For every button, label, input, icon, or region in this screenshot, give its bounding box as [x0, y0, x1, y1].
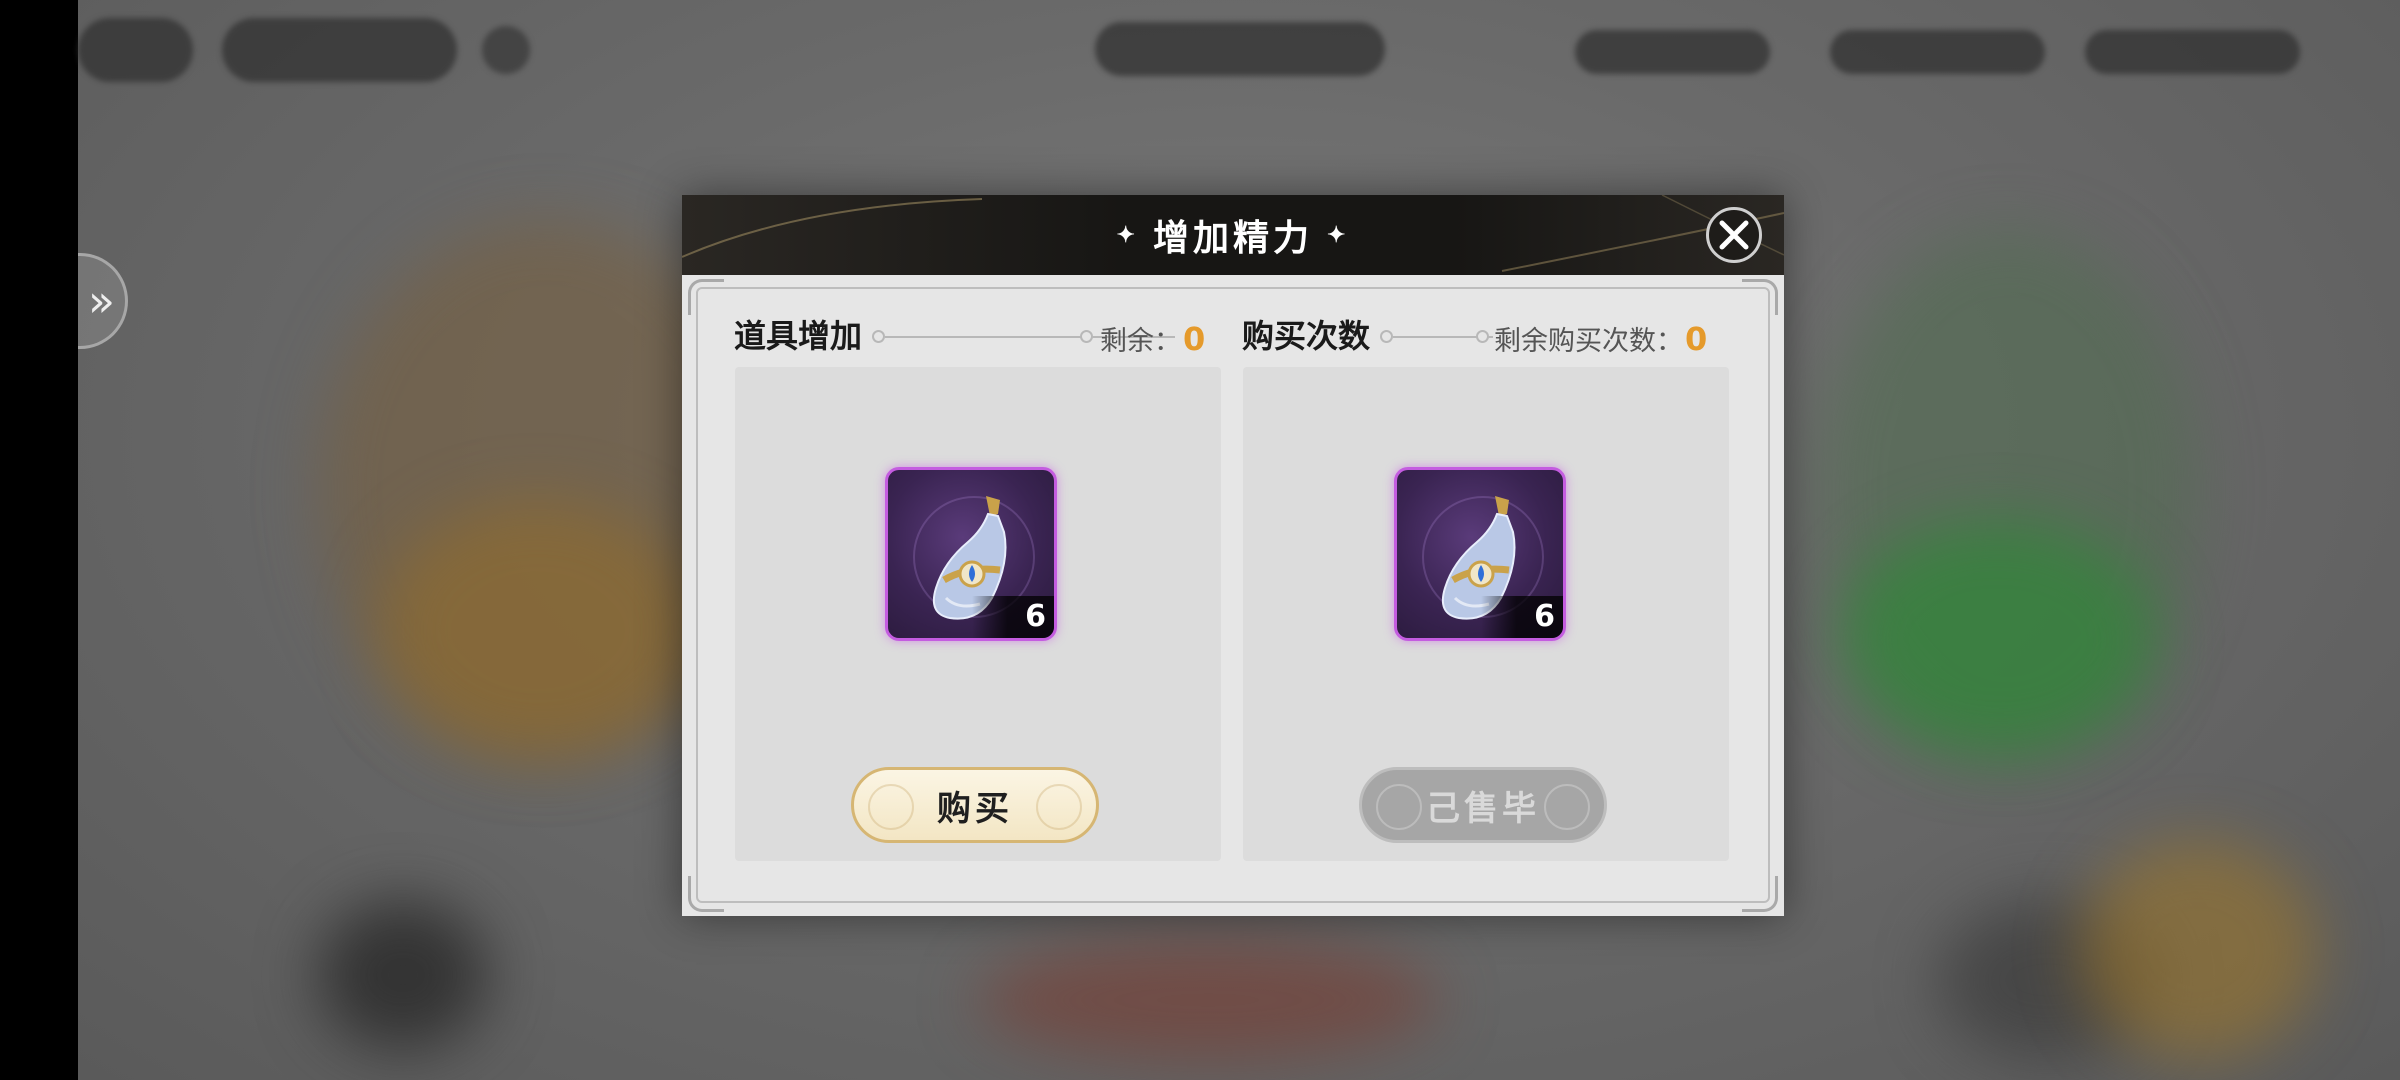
close-icon — [1719, 220, 1749, 250]
top-round-button — [482, 26, 530, 74]
frame-corner — [1742, 279, 1778, 315]
item-remain: 剩余： 0 — [1100, 319, 1205, 358]
frame-corner — [1742, 876, 1778, 912]
sold-out-button-label: 己售毕 — [1426, 788, 1540, 829]
divider-dot — [1080, 330, 1093, 343]
button-ornament — [1036, 784, 1082, 830]
top-profile-pill — [222, 18, 457, 82]
button-ornament — [1544, 784, 1590, 830]
item-count: 6 — [1534, 599, 1555, 634]
star-icon: ✦ — [1327, 222, 1350, 248]
dialog-title-row: ✦ 增加精力 ✦ — [682, 195, 1784, 275]
dialog-body: 道具增加 剩余： 0 6 X1 — [682, 275, 1784, 916]
item-slot[interactable]: 6 — [1394, 467, 1566, 641]
top-center-pill — [1095, 22, 1385, 76]
dialog-header: ✦ 增加精力 ✦ — [682, 195, 1784, 275]
double-chevron-right-icon: » — [88, 275, 115, 327]
divider-dot — [872, 330, 885, 343]
item-slot[interactable]: 6 — [885, 467, 1057, 641]
purchase-section-title: 购买次数 — [1242, 317, 1371, 355]
item-count: 6 — [1025, 599, 1046, 634]
purchase-remain: 剩余购买次数： 0 — [1494, 319, 1707, 358]
button-ornament — [1376, 784, 1422, 830]
currency-pill-1 — [1575, 30, 1770, 74]
add-energy-dialog: ✦ 增加精力 ✦ 道具增加 剩余： 0 6 购买 购买次数 剩余购买次数： 0 … — [682, 195, 1784, 916]
currency-pill-2 — [1830, 30, 2045, 74]
dialog-title: 增加精力 — [1152, 217, 1313, 259]
frame-corner — [688, 876, 724, 912]
screen-edge — [0, 0, 78, 1080]
buy-button[interactable]: 购买 — [851, 767, 1099, 843]
purchase-remain-value: 0 — [1685, 320, 1708, 358]
item-section-title: 道具增加 — [734, 317, 863, 355]
purchase-remain-label: 剩余购买次数： — [1494, 326, 1683, 357]
item-remain-label: 剩余： — [1100, 326, 1181, 357]
star-icon: ✦ — [1116, 222, 1139, 248]
divider-dot — [1380, 330, 1393, 343]
button-ornament — [868, 784, 914, 830]
currency-pill-3 — [2085, 30, 2300, 74]
divider-dot — [1476, 330, 1489, 343]
item-remain-value: 0 — [1183, 320, 1206, 358]
sold-out-button[interactable]: 己售毕 — [1359, 767, 1607, 843]
close-button[interactable] — [1706, 207, 1762, 263]
top-back-button — [78, 18, 193, 82]
buy-button-label: 购买 — [937, 788, 1013, 829]
frame-corner — [688, 279, 724, 315]
